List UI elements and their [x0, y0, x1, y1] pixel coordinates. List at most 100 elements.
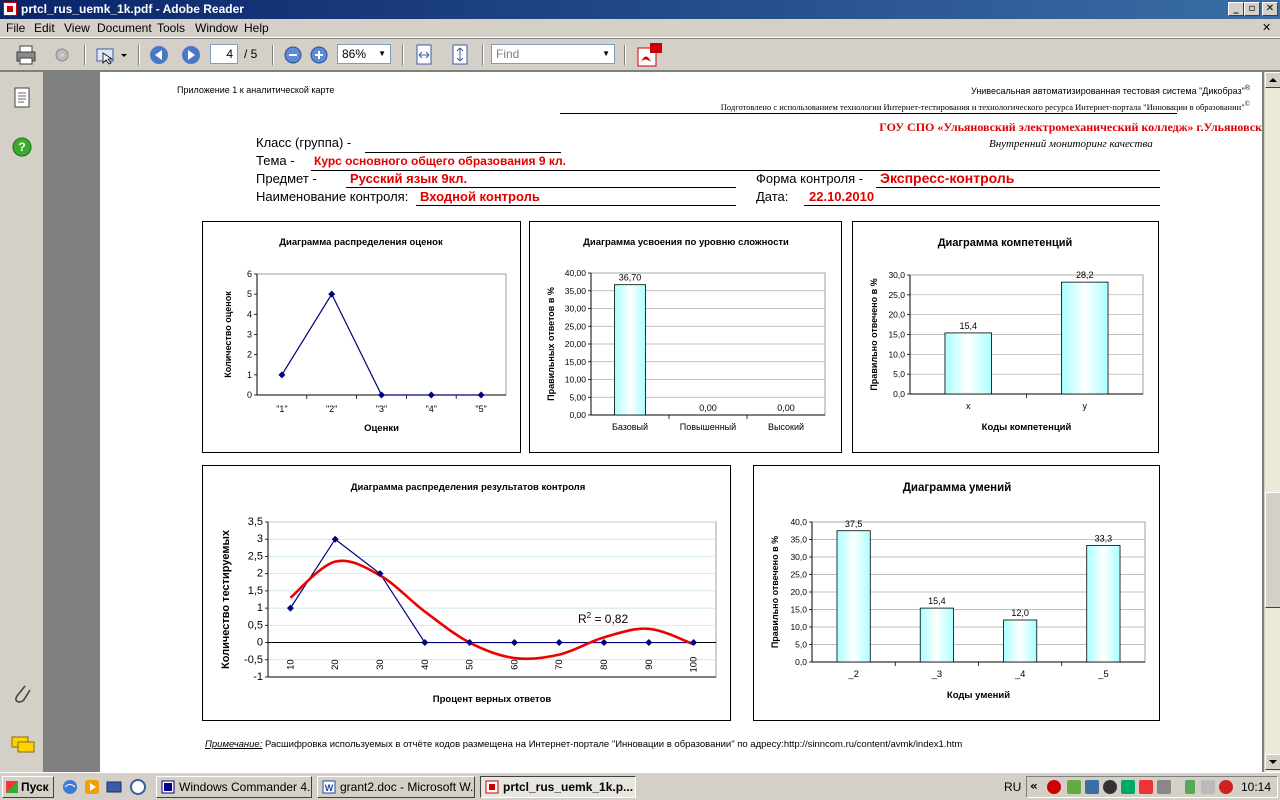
- menu-document[interactable]: Document: [97, 21, 152, 35]
- previous-page-icon[interactable]: [148, 45, 170, 65]
- security-icon[interactable]: [1139, 780, 1153, 794]
- control-name-value: Входной контроль: [420, 189, 540, 204]
- vertical-scrollbar[interactable]: [1264, 72, 1280, 772]
- menu-window[interactable]: Window: [195, 21, 238, 35]
- bug-icon[interactable]: [1103, 780, 1117, 794]
- menu-view[interactable]: View: [64, 21, 90, 35]
- page-number-input[interactable]: 4: [210, 44, 238, 64]
- settings-gear-icon[interactable]: [52, 45, 72, 65]
- data-label: 0,00: [699, 403, 717, 413]
- chart-title: Диаграмма распределения результатов конт…: [351, 482, 586, 493]
- comments-icon[interactable]: [10, 734, 36, 756]
- x-tick-label: "4": [426, 404, 437, 414]
- next-page-icon[interactable]: [180, 45, 202, 65]
- system-line: Унивесальная автоматизированная тестовая…: [971, 85, 1250, 96]
- y-tick-label: 3: [247, 330, 252, 340]
- update-icon[interactable]: [1121, 780, 1135, 794]
- media-player-icon[interactable]: [84, 779, 100, 795]
- minimize-button[interactable]: _: [1228, 2, 1244, 16]
- system-line-text: Унивесальная автоматизированная тестовая…: [971, 86, 1245, 96]
- pages-icon[interactable]: [11, 86, 33, 110]
- scroll-thumb[interactable]: [1265, 492, 1280, 608]
- attachment-paperclip-icon[interactable]: [11, 682, 33, 706]
- date-value: 22.10.2010: [809, 189, 875, 204]
- chart-title: Диаграмма распределения оценок: [279, 237, 443, 248]
- usb-icon[interactable]: [1201, 780, 1215, 794]
- toolbar-separator: [272, 45, 274, 65]
- menu-help[interactable]: Help: [244, 21, 269, 35]
- x-tick-label: "5": [475, 404, 486, 414]
- data-label: 0,00: [777, 403, 795, 413]
- show-desktop-icon[interactable]: [106, 779, 122, 795]
- volume-icon[interactable]: [1157, 780, 1171, 794]
- scroll-up-button[interactable]: [1265, 72, 1280, 88]
- chevron-down-icon: ▼: [378, 49, 386, 58]
- header-rule: [560, 113, 1177, 114]
- y-tick-label: 40,00: [565, 268, 587, 278]
- browser-icon[interactable]: [62, 779, 78, 795]
- x-tick-label: 80: [599, 659, 610, 670]
- select-tool-icon[interactable]: [95, 45, 129, 65]
- x-axis-label: Коды умений: [947, 690, 1010, 701]
- y-tick-label: 35,0: [790, 535, 807, 545]
- taskbar-item-windows-commander[interactable]: Windows Commander 4....: [156, 776, 312, 798]
- zoom-out-icon[interactable]: [284, 46, 302, 64]
- y-tick-label: 30,0: [888, 270, 905, 280]
- menu-tools[interactable]: Tools: [157, 21, 185, 35]
- form-value: Экспресс-контроль: [880, 170, 1015, 186]
- find-input[interactable]: Find ▼: [491, 44, 615, 64]
- start-button[interactable]: Пуск: [2, 776, 54, 798]
- scroll-down-button[interactable]: [1265, 754, 1280, 770]
- control-name-underline: [416, 205, 736, 206]
- fit-page-icon[interactable]: [450, 44, 470, 66]
- x-axis-label: Процент верных ответов: [433, 694, 552, 705]
- y-tick-label: 2: [247, 350, 252, 360]
- menu-file[interactable]: File: [6, 21, 25, 35]
- network-icon[interactable]: [1067, 780, 1081, 794]
- taskbar-item-adobe-reader[interactable]: prtcl_rus_uemk_1k.p...: [480, 776, 636, 798]
- zoom-value: 86%: [342, 47, 367, 61]
- battery-icon[interactable]: [1185, 780, 1195, 794]
- menu-edit[interactable]: Edit: [34, 21, 55, 35]
- y-tick-label: 15,00: [565, 357, 587, 367]
- x-tick-label: 30: [375, 659, 386, 670]
- y-tick-label: 1,5: [248, 585, 263, 597]
- print-icon[interactable]: [14, 45, 38, 65]
- maximize-button[interactable]: ▫: [1244, 2, 1260, 16]
- svg-text:?: ?: [18, 140, 25, 154]
- y-tick-label: 40,0: [790, 517, 807, 527]
- commander-icon: [161, 780, 175, 794]
- doc-close-icon[interactable]: ✕: [1262, 22, 1274, 34]
- quick-launch-icon[interactable]: [130, 779, 146, 795]
- y-tick-label: 10,00: [565, 375, 587, 385]
- shield-icon[interactable]: [1219, 780, 1233, 794]
- toolbar-separator: [84, 45, 86, 65]
- zoom-select[interactable]: 86% ▼: [337, 44, 391, 64]
- zoom-in-icon[interactable]: [310, 46, 328, 64]
- organization-name: ГОУ СПО «Ульяновский электромеханический…: [879, 120, 1262, 134]
- y-tick-label: 15,0: [790, 605, 807, 615]
- x-tick-label: _5: [1097, 669, 1109, 680]
- close-button[interactable]: ✕: [1262, 2, 1278, 16]
- r-squared-r: R: [578, 612, 587, 626]
- fit-width-icon[interactable]: [414, 44, 434, 66]
- display-icon[interactable]: [1085, 780, 1099, 794]
- language-indicator[interactable]: RU: [1004, 780, 1021, 794]
- taskbar-item-word[interactable]: W grant2.doc - Microsoft W...: [317, 776, 475, 798]
- y-axis-label: Правильно отвечено в %: [869, 278, 879, 390]
- antivirus-icon[interactable]: [1047, 780, 1061, 794]
- page-total: / 5: [244, 47, 258, 61]
- x-tick-label: 10: [285, 659, 296, 670]
- task-label: prtcl_rus_uemk_1k.p...: [503, 780, 634, 794]
- tray-expand-chevron-icon[interactable]: «: [1030, 779, 1038, 793]
- adobe-pdf-icon[interactable]: [636, 42, 664, 68]
- x-tick-label: 100: [689, 657, 700, 673]
- chevron-down-icon: ▼: [602, 49, 610, 58]
- y-tick-label: 35,00: [565, 286, 587, 296]
- footnote: Примечание: Расшифровка используемых в о…: [205, 739, 962, 750]
- x-tick-label: "2": [326, 404, 337, 414]
- x-tick-label: 60: [509, 659, 520, 670]
- y-tick-label: 25,00: [565, 321, 587, 331]
- bar: [1003, 619, 1038, 663]
- help-icon[interactable]: ?: [11, 136, 33, 158]
